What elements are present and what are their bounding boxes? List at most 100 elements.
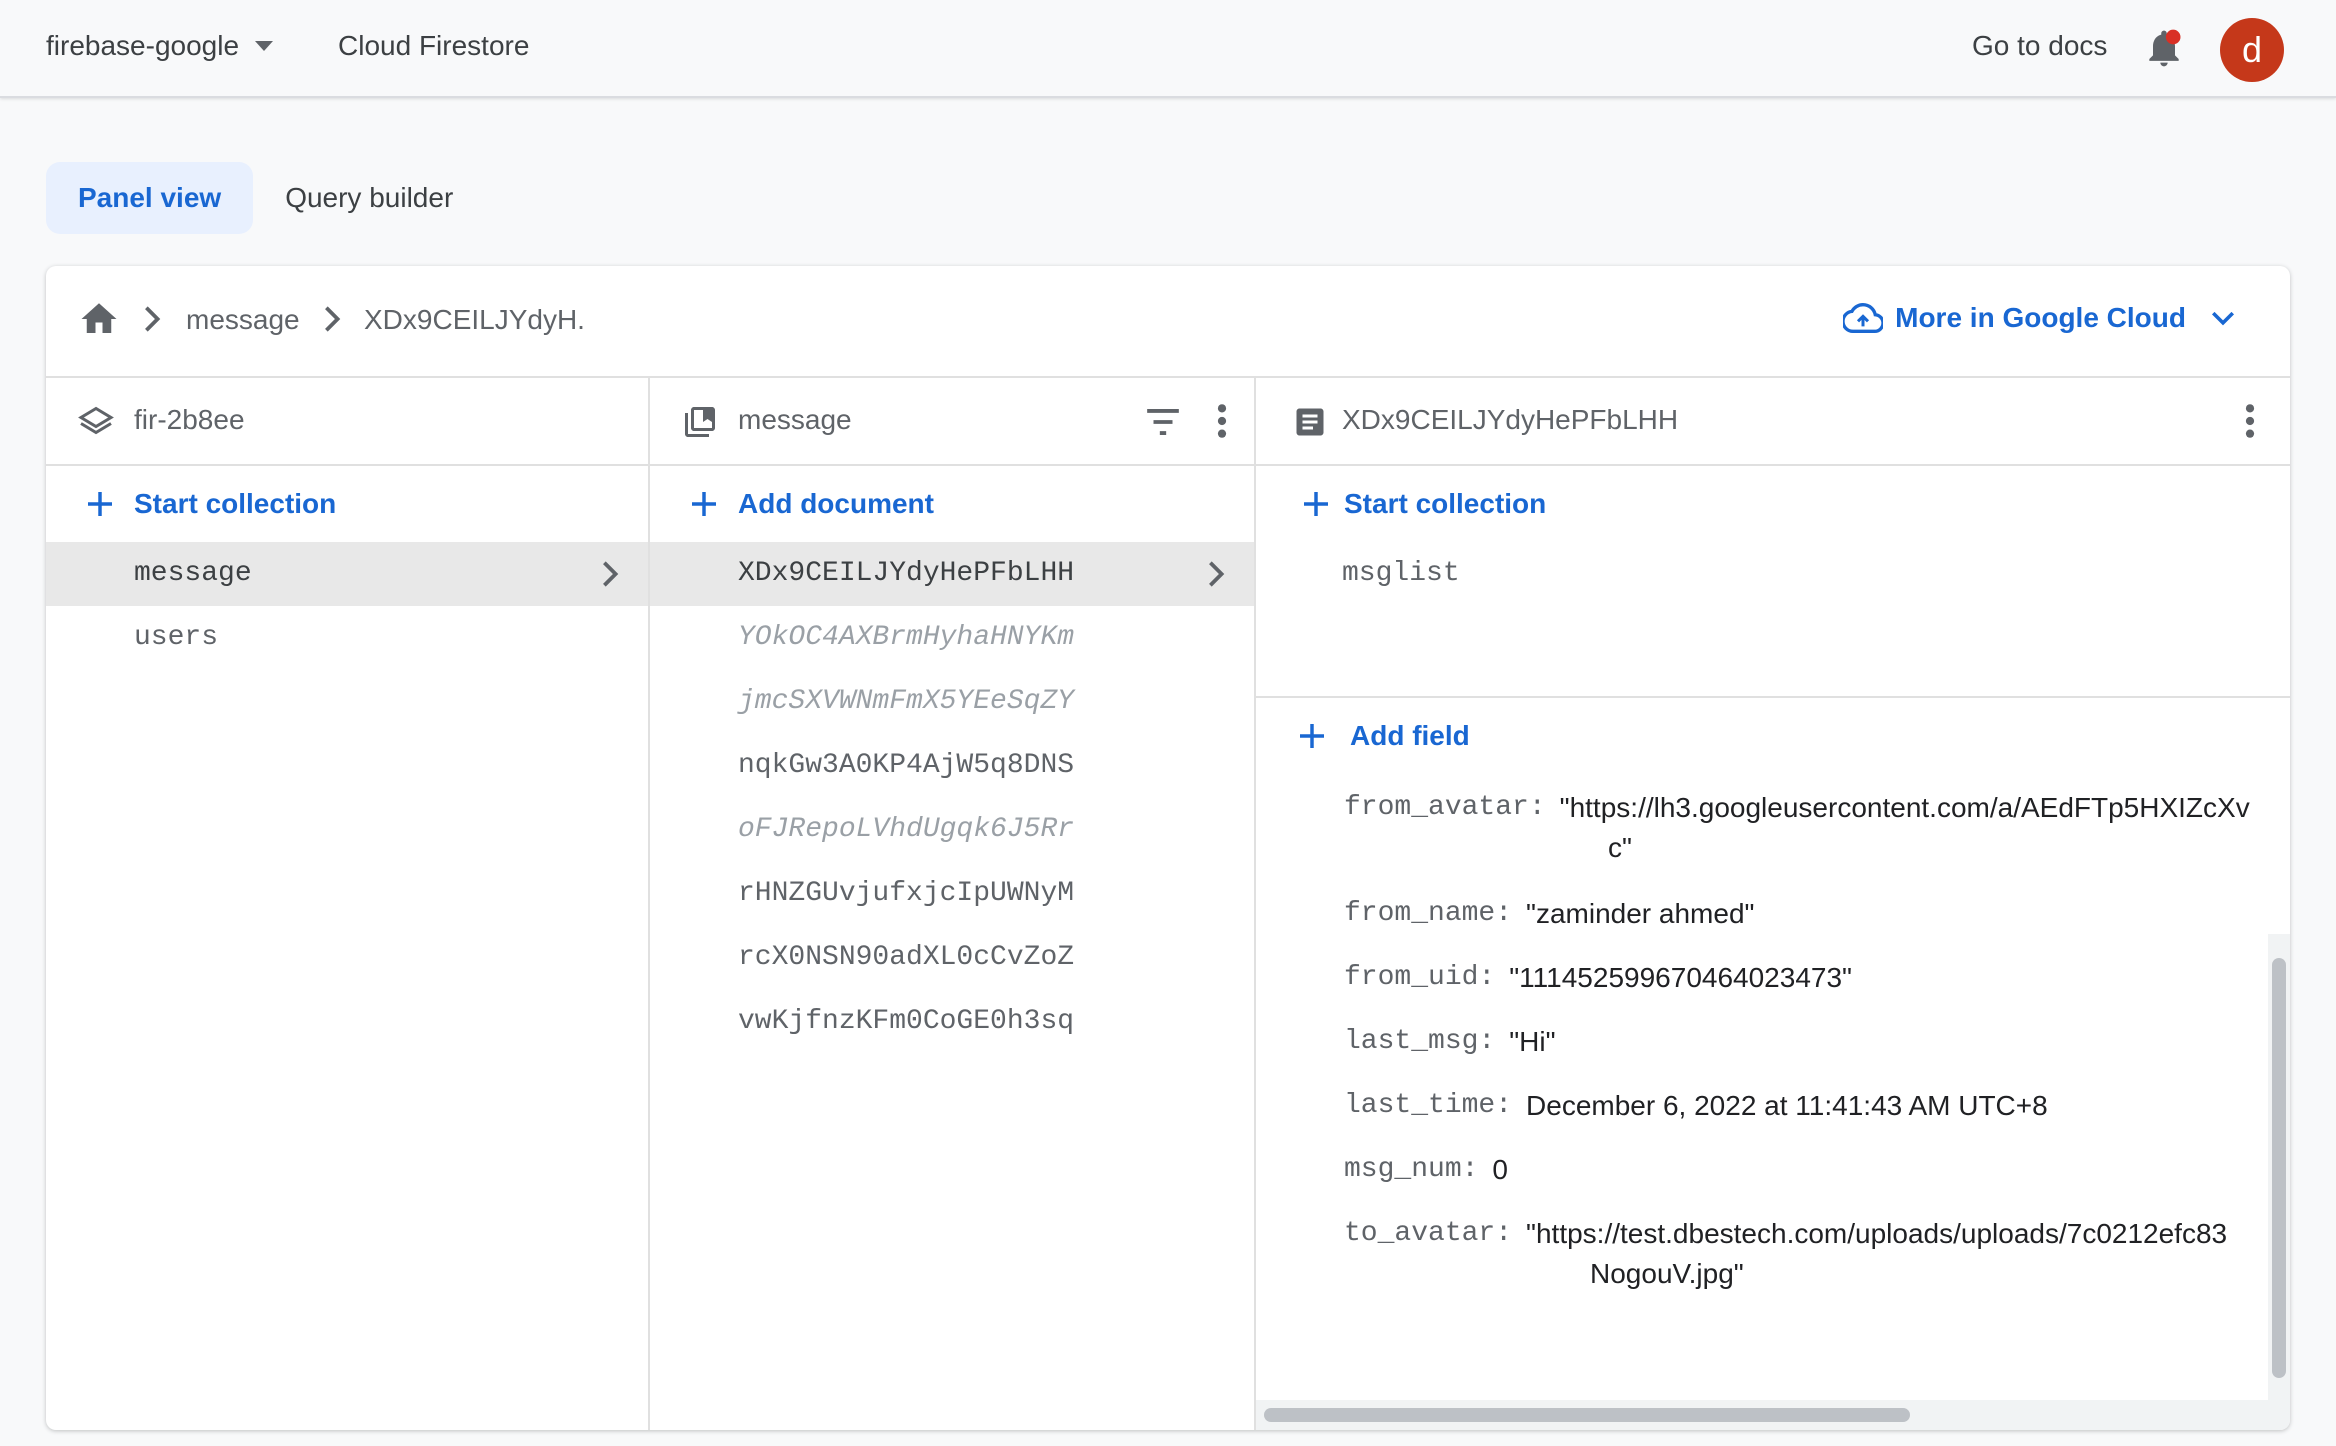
chevron-down-icon [2211, 311, 2235, 326]
start-collection-label: Start collection [134, 488, 337, 519]
field-value-continuation: NogouV.jpg" [1590, 1258, 1744, 1290]
document-column: XDx9CEILJYdyHePFbLHH Start collection ms… [1256, 378, 2290, 1430]
top-app-bar: firebase-google Cloud Firestore Go to do… [0, 0, 2336, 98]
chevron-right-icon [145, 306, 161, 332]
document-id: rcX0NSN90adXL0cCvZoZ [738, 942, 1075, 973]
add-field-label: Add field [1350, 720, 1470, 751]
root-column-header: fir-2b8ee [46, 378, 648, 466]
list-item-document[interactable]: XDx9CEILJYdyHePFbLHH [650, 542, 1254, 606]
list-item-document[interactable]: jmcSXVWNmFmX5YEeSqZY [650, 670, 1254, 734]
list-item-collection[interactable]: users [46, 606, 648, 670]
field-row[interactable]: msg_num: 0 [1344, 1154, 1508, 1186]
field-value: "https://test.dbestech.com/uploads/uploa… [1526, 1218, 2228, 1249]
fields-panel: Add field from_avatar: "https://lh3.goog… [1256, 696, 2290, 1430]
start-collection-label: Start collection [1344, 488, 1547, 519]
field-row[interactable]: from_name: "zaminder ahmed" [1344, 898, 1754, 930]
collection-column: message Add document XDx9CEILJYdyHePFbLH… [650, 378, 1256, 1430]
document-id: oFJRepoLVhdUgqk6J5Rr [738, 814, 1075, 845]
more-vert-icon[interactable] [1216, 402, 1228, 440]
field-value: "zaminder ahmed" [1526, 898, 1755, 929]
field-value: "https://lh3.googleusercontent.com/a/AEd… [1559, 792, 2250, 823]
add-document-label: Add document [738, 488, 934, 519]
collection-column-header: message [650, 378, 1254, 466]
horizontal-scrollbar-thumb[interactable] [1264, 1408, 1910, 1422]
tab-panel-view[interactable]: Panel view [46, 162, 254, 234]
list-item-document[interactable]: rHNZGUvjufxjcIpUWNyM [650, 862, 1254, 926]
collection-name: users [134, 622, 219, 653]
field-key: last_time: [1344, 1090, 1513, 1121]
field-row[interactable]: to_avatar: "https://test.dbestech.com/up… [1344, 1218, 2264, 1250]
subcollection-name: msglist [1342, 558, 1460, 589]
document-id: vwKjfnzKFm0CoGE0h3sq [738, 1006, 1075, 1037]
document-id: nqkGw3A0KP4AjW5q8DNS [738, 750, 1075, 781]
field-value-continuation: c" [1608, 832, 1632, 864]
list-item-subcollection[interactable]: msglist [1256, 542, 2290, 606]
project-name: firebase-google [46, 30, 240, 61]
data-viewer-card: message XDx9CEILJYdyH. More in Google Cl… [46, 266, 2290, 1430]
field-key: from_uid: [1344, 962, 1496, 993]
document-icon [1296, 408, 1324, 436]
field-key: from_avatar: [1344, 792, 1546, 823]
document-id: XDx9CEILJYdyHePFbLHH [738, 558, 1075, 589]
project-layers-icon [78, 406, 114, 435]
list-item-document[interactable]: rcX0NSN90adXL0cCvZoZ [650, 926, 1254, 990]
root-column: fir-2b8ee Start collection message users [46, 378, 650, 1430]
product-title: Cloud Firestore [338, 30, 530, 61]
add-field-button[interactable]: Add field [1256, 698, 2290, 774]
collection-column-title: message [738, 404, 852, 435]
breadcrumb-item-message[interactable]: message [186, 304, 300, 336]
start-collection-button[interactable]: Start collection [46, 466, 648, 542]
list-item-document[interactable]: vwKjfnzKFm0CoGE0h3sq [650, 990, 1254, 1054]
field-row[interactable]: last_time: December 6, 2022 at 11:41:43 … [1344, 1090, 2048, 1122]
plus-icon [1304, 492, 1328, 516]
breadcrumb: message XDx9CEILJYdyH. More in Google Cl… [46, 266, 2290, 378]
tab-query-builder[interactable]: Query builder [253, 162, 485, 234]
document-column-title: XDx9CEILJYdyHePFbLHH [1342, 404, 1679, 435]
document-column-header: XDx9CEILJYdyHePFbLHH [1256, 378, 2290, 466]
list-item-document[interactable]: nqkGw3A0KP4AjW5q8DNS [650, 734, 1254, 798]
vertical-scrollbar-thumb[interactable] [2272, 958, 2286, 1378]
go-to-docs-link[interactable]: Go to docs [1972, 30, 2107, 62]
chevron-right-icon [603, 561, 619, 587]
field-value: "Hi" [1509, 1026, 1556, 1057]
field-row[interactable]: last_msg: "Hi" [1344, 1026, 1556, 1058]
field-value: NogouV.jpg" [1590, 1258, 1744, 1289]
plus-icon [88, 492, 112, 516]
notification-bell-icon[interactable] [2142, 26, 2186, 70]
plus-icon [1300, 724, 1324, 748]
field-value: 0 [1492, 1154, 1508, 1185]
chevron-right-icon [325, 306, 341, 332]
document-id: jmcSXVWNmFmX5YEeSqZY [738, 686, 1075, 717]
field-key: to_avatar: [1344, 1218, 1513, 1249]
cloud-icon [1843, 303, 1884, 333]
view-tabs: Panel view Query builder [46, 162, 485, 234]
account-avatar[interactable]: d [2220, 18, 2284, 82]
cloud-link-label: More in Google Cloud [1895, 302, 2186, 333]
field-key: msg_num: [1344, 1154, 1479, 1185]
field-value: December 6, 2022 at 11:41:43 AM UTC+8 [1526, 1090, 2048, 1121]
field-row[interactable]: from_avatar: "https://lh3.googleusercont… [1344, 792, 2264, 824]
field-value: "111452599670464023473" [1509, 962, 1852, 993]
dropdown-caret-icon [255, 41, 274, 51]
field-key: from_name: [1344, 898, 1513, 929]
field-key: last_msg: [1344, 1026, 1496, 1057]
breadcrumb-item-document[interactable]: XDx9CEILJYdyH. [364, 304, 585, 336]
project-selector[interactable]: firebase-google [46, 30, 274, 62]
root-column-title: fir-2b8ee [134, 404, 245, 435]
plus-icon [692, 492, 716, 516]
field-row[interactable]: from_uid: "111452599670464023473" [1344, 962, 1852, 994]
field-value: c" [1608, 832, 1632, 863]
list-item-document[interactable]: oFJRepoLVhdUgqk6J5Rr [650, 798, 1254, 862]
more-vert-icon[interactable] [2244, 402, 2256, 440]
list-item-document[interactable]: YOkOC4AXBrmHyhaHNYKm [650, 606, 1254, 670]
start-subcollection-button[interactable]: Start collection [1256, 466, 2290, 542]
chevron-right-icon [1209, 561, 1225, 587]
list-item-collection[interactable]: message [46, 542, 648, 606]
home-icon[interactable] [78, 298, 120, 340]
add-document-button[interactable]: Add document [650, 466, 1254, 542]
document-id: rHNZGUvjufxjcIpUWNyM [738, 878, 1075, 909]
document-id: YOkOC4AXBrmHyhaHNYKm [738, 622, 1075, 653]
more-in-google-cloud-link[interactable]: More in Google Cloud [1843, 302, 2236, 334]
filter-icon[interactable] [1144, 406, 1182, 438]
collection-icon [685, 407, 715, 437]
